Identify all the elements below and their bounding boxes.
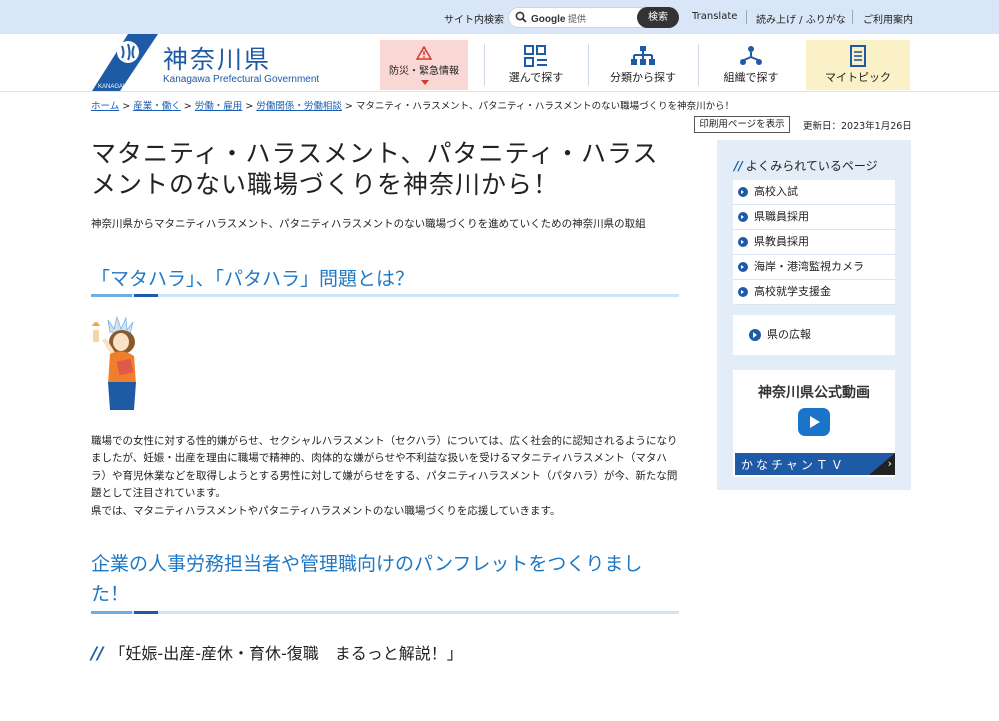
kanagawa-logo-icon[interactable]: KANAGAWA	[92, 34, 158, 91]
divider	[746, 10, 747, 24]
site-header: KANAGAWA 神奈川県 Kanagawa Prefectural Gover…	[0, 34, 999, 92]
org-icon	[740, 46, 762, 65]
popular-link-teacher-recruit[interactable]: 県教員採用	[733, 230, 895, 255]
divider	[852, 10, 853, 24]
section-heading-matahara: 「マタハラ」、「パタハラ」問題とは？	[91, 268, 415, 290]
hierarchy-icon	[631, 46, 655, 65]
arrow-bullet-icon	[738, 262, 748, 272]
chevron-right-icon: ›	[887, 457, 892, 470]
arrow-bullet-icon	[738, 187, 748, 197]
slash-mark-icon: //	[91, 644, 104, 664]
logo-subtitle: Kanagawa Prefectural Government	[163, 74, 320, 85]
breadcrumb-industry-work[interactable]: 産業・働く	[133, 101, 181, 112]
section1-paragraph-2: 県では、マタニティハラスメントやパタニティハラスメントのない職場づくりを応援して…	[91, 504, 561, 517]
google-provider-label: Google 提供	[531, 14, 586, 25]
section1-body: 職場での女性に対する性的嫌がらせ、セクシャルハラスメント（セクハラ）については、…	[91, 433, 679, 520]
read-aloud-link[interactable]: 読み上げ / ふりがな	[756, 11, 846, 26]
popular-pages-heading: //よくみられているページ	[734, 159, 878, 173]
nav-category-label: 分類から探す	[610, 71, 676, 84]
breadcrumb-labor-employment[interactable]: 労働・雇用	[195, 101, 243, 112]
search-icon	[515, 11, 527, 23]
divider	[588, 44, 589, 86]
print-view-button[interactable]: 印刷用ページを表示	[694, 116, 790, 133]
logo-band-text: KANAGAWA	[98, 84, 132, 90]
logo-title[interactable]: 神奈川県	[163, 40, 271, 76]
popular-link-high-school-exam[interactable]: 高校入試	[733, 180, 895, 205]
official-video-banner[interactable]: 神奈川県公式動画 かなチャンＴＶ ›	[733, 370, 895, 477]
notebook-icon	[850, 45, 866, 67]
breadcrumb-labor-consultation[interactable]: 労働関係・労働相談	[256, 101, 342, 112]
heading-underline	[91, 294, 679, 297]
breadcrumb-home[interactable]: ホーム	[91, 101, 119, 112]
nav-organization-label: 組織で探す	[723, 71, 779, 84]
breadcrumb-current: マタニティ・ハラスメント、パタニティ・ハラスメントのない職場づくりを神奈川から！	[355, 101, 735, 112]
nav-emergency-info[interactable]: 防災・緊急情報	[380, 40, 468, 90]
popular-link-staff-recruit[interactable]: 県職員採用	[733, 205, 895, 230]
arrow-bullet-icon	[738, 287, 748, 297]
popular-link-school-support[interactable]: 高校就学支援金	[733, 280, 895, 305]
utility-bar: サイト内検索 Google 提供 検索 Translate 読み上げ / ふりが…	[0, 0, 999, 34]
nav-emergency-label: 防災・緊急情報	[389, 66, 459, 77]
nav-mytopic[interactable]: マイトピック	[806, 40, 910, 90]
divider	[698, 44, 699, 86]
usage-guide-link[interactable]: ご利用案内	[863, 11, 913, 26]
heading-underline	[91, 611, 679, 614]
arrow-bullet-icon	[738, 212, 748, 222]
page-title: マタニティ・ハラスメント、パタニティ・ハラスメントのない職場づくりを神奈川から！	[91, 139, 659, 199]
video-banner-title: 神奈川県公式動画	[758, 385, 870, 401]
lead-text: 神奈川県からマタニティハラスメント、パタニティハラスメントのない職場づくりを進め…	[91, 218, 646, 230]
nav-organization[interactable]: 組織で探す	[700, 40, 802, 90]
kanachan-tv-band: かなチャンＴＶ ›	[735, 453, 895, 475]
prefecture-pr-link[interactable]: 県の広報	[733, 315, 895, 355]
nav-choose[interactable]: 選んで探す	[486, 40, 586, 90]
section-heading-pamphlet: 企業の人事労務担当者や管理職向けのパンフレットをつくりました！	[91, 553, 643, 605]
nav-choose-label: 選んで探す	[508, 71, 564, 84]
popular-link-coast-camera[interactable]: 海岸・港湾監視カメラ	[733, 255, 895, 280]
site-search-label: サイト内検索	[444, 15, 504, 26]
statue-mascot-illustration	[92, 315, 136, 410]
updated-date: 更新日：2023年1月26日	[803, 121, 912, 132]
chevron-down-icon	[421, 80, 429, 85]
nav-category[interactable]: 分類から探す	[590, 40, 696, 90]
section1-paragraph: 職場での女性に対する性的嫌がらせ、セクシャルハラスメント（セクハラ）については、…	[91, 435, 678, 500]
popular-pages-list: 高校入試 県職員採用 県教員採用 海岸・港湾監視カメラ 高校就学支援金	[733, 180, 895, 305]
translate-link[interactable]: Translate	[692, 11, 737, 22]
sidebar: //よくみられているページ 高校入試 県職員採用 県教員採用 海岸・港湾監視カメ…	[717, 140, 911, 490]
grid-icon	[524, 45, 547, 67]
nav-mytopic-label: マイトピック	[825, 71, 891, 84]
play-icon	[798, 408, 830, 436]
subsection-heading: //「妊娠-出産-産休・育休-復職 まるっと解説！」	[91, 644, 463, 664]
search-button[interactable]: 検索	[637, 7, 679, 28]
warning-icon	[416, 46, 432, 60]
arrow-bullet-icon	[749, 329, 761, 341]
divider	[484, 44, 485, 86]
arrow-bullet-icon	[738, 237, 748, 247]
breadcrumb: ホーム > 産業・働く > 労働・雇用 > 労働関係・労働相談 > マタニティ・…	[91, 101, 735, 112]
